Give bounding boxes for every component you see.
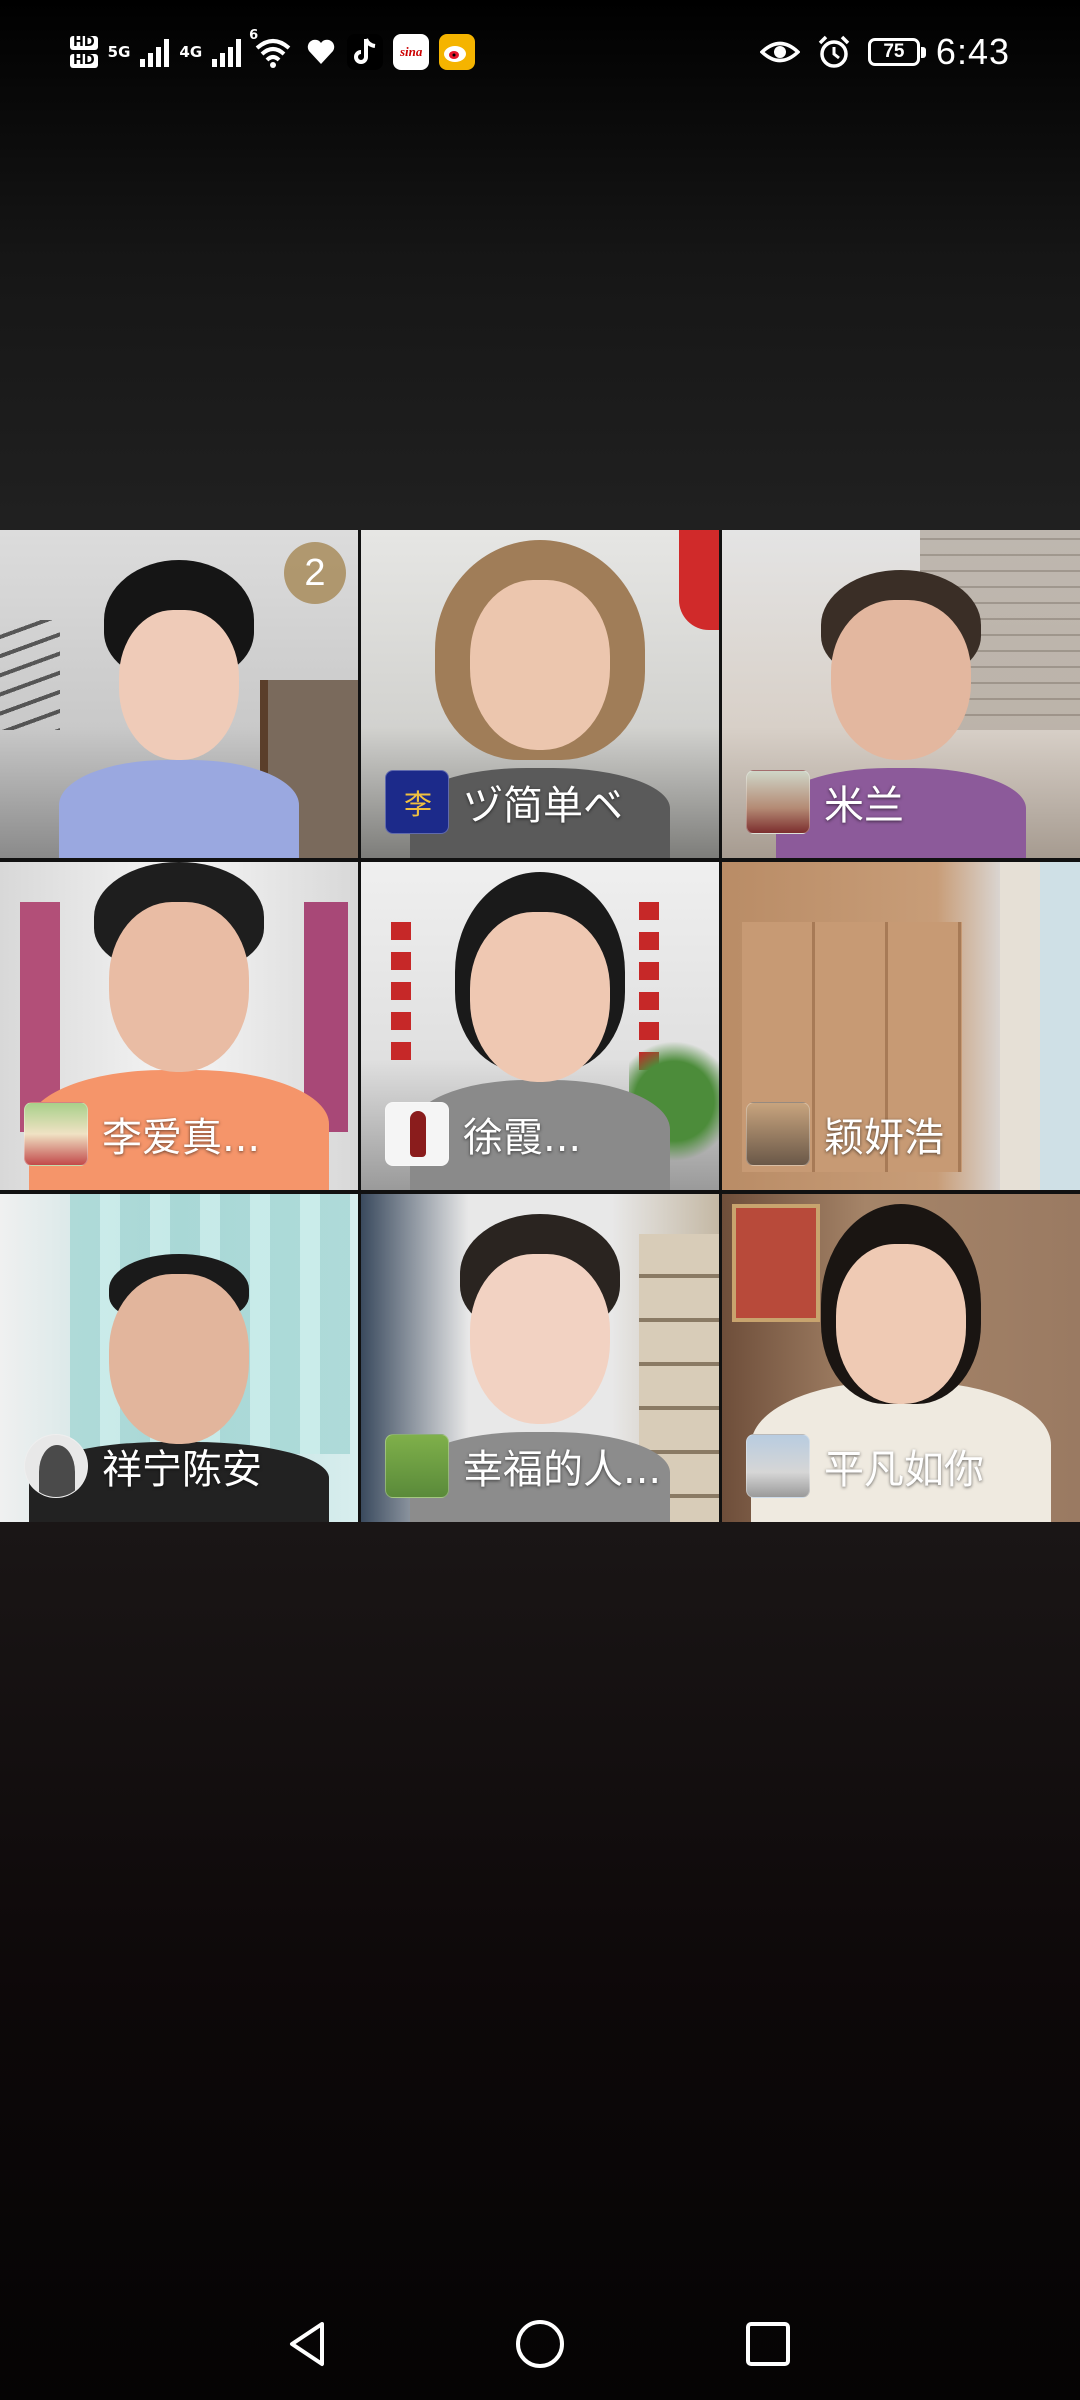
status-right-group: 75 6:43 [759,28,1010,76]
network-5g-label: 5G [108,44,131,60]
participant-avatar-6 [746,1102,810,1166]
signal-strength-2-icon [212,37,242,67]
participant-avatar-5 [385,1102,449,1166]
participant-avatar-7 [24,1434,88,1498]
participant-name-6: 颖妍浩 [824,1115,944,1161]
video-grid: 2 李 ヅ简单ベ 米兰 李爱真... 徐霞... 颖妍浩 祥宁陈安 幸福的人..… [0,530,1080,1522]
wifi-6-label: 6 [249,28,259,43]
participant-name-2: ヅ简单ベ [463,783,623,829]
participant-name-3: 米兰 [824,783,904,829]
participant-avatar-9 [746,1434,810,1498]
participant-name-9: 平凡如你 [824,1447,984,1493]
participant-name-5: 徐霞... [463,1115,582,1161]
video-tile-2[interactable]: 李 ヅ简单ベ [361,530,719,858]
participant-avatar-2: 李 [385,770,449,834]
participant-name-bar-7: 祥宁陈安 [24,1434,348,1498]
wall-ink-painting [0,620,60,730]
red-decoration [679,530,719,630]
participant-name-8: 幸福的人... [463,1447,662,1493]
net-5g-text: 5G [107,43,131,61]
navigation-bar [0,2290,1080,2400]
participant-name-bar-9: 平凡如你 [746,1434,1070,1498]
participant-name-bar-4: 李爱真... [24,1102,348,1166]
tiktok-icon [347,34,384,70]
recents-icon [746,2322,790,2366]
battery-icon: 75 [867,38,926,66]
video-tile-9[interactable]: 平凡如你 [722,1194,1080,1522]
participant-avatar-8 [385,1434,449,1498]
video-tile-7[interactable]: 祥宁陈安 [0,1194,358,1522]
nav-home-button[interactable] [508,2312,572,2376]
battery-level: 75 [883,41,905,62]
nav-back-button[interactable] [276,2312,340,2376]
eye-icon [759,37,801,67]
sina-icon: sina [393,34,430,70]
video-tile-3[interactable]: 米兰 [722,530,1080,858]
video-tile-1[interactable]: 2 [0,530,358,858]
participant-avatar-3 [746,770,810,834]
alarm-icon [816,34,852,70]
weibo-icon [439,34,476,70]
participant-name-7: 祥宁陈安 [102,1447,262,1493]
participant-name-bar-6: 颖妍浩 [746,1102,1070,1166]
status-bar: HD HD 5G 4G 6 sina 75 6:43 [0,0,1080,100]
video-tile-4[interactable]: 李爱真... [0,862,358,1190]
participant-name-bar-8: 幸福的人... [385,1434,709,1498]
hd-bottom-label: HD [70,54,98,68]
wifi-icon: 6 [249,28,295,70]
nav-recents-button[interactable] [736,2312,800,2376]
hd-icon: HD HD [70,36,98,68]
status-time: 6:43 [935,31,1010,72]
back-icon [290,2322,324,2366]
video-tile-8[interactable]: 幸福的人... [361,1194,719,1522]
video-tile-6[interactable]: 颖妍浩 [722,862,1080,1190]
heart-icon [305,36,337,68]
network-4g-label: 4G [179,44,202,60]
screen: HD HD 5G 4G 6 sina 75 6:43 2 李 ヅ简单ベ 米兰 李… [0,0,1080,2400]
participant-name-bar-3: 米兰 [746,770,1070,834]
hanging-decoration-left [391,922,411,1072]
participant-name-bar-5: 徐霞... [385,1102,709,1166]
home-icon [516,2320,564,2368]
participant-count-badge: 2 [284,542,346,604]
participant-avatar-4 [24,1102,88,1166]
participant-video-1 [59,560,299,858]
net-4g-text: 4G [179,43,203,61]
video-tile-5[interactable]: 徐霞... [361,862,719,1190]
signal-strength-icon [140,37,170,67]
participant-name-4: 李爱真... [102,1115,261,1161]
status-left-group: HD HD 5G 4G 6 sina [70,28,476,74]
participant-name-bar-2: 李 ヅ简单ベ [385,770,709,834]
hd-top-label: HD [70,36,98,50]
